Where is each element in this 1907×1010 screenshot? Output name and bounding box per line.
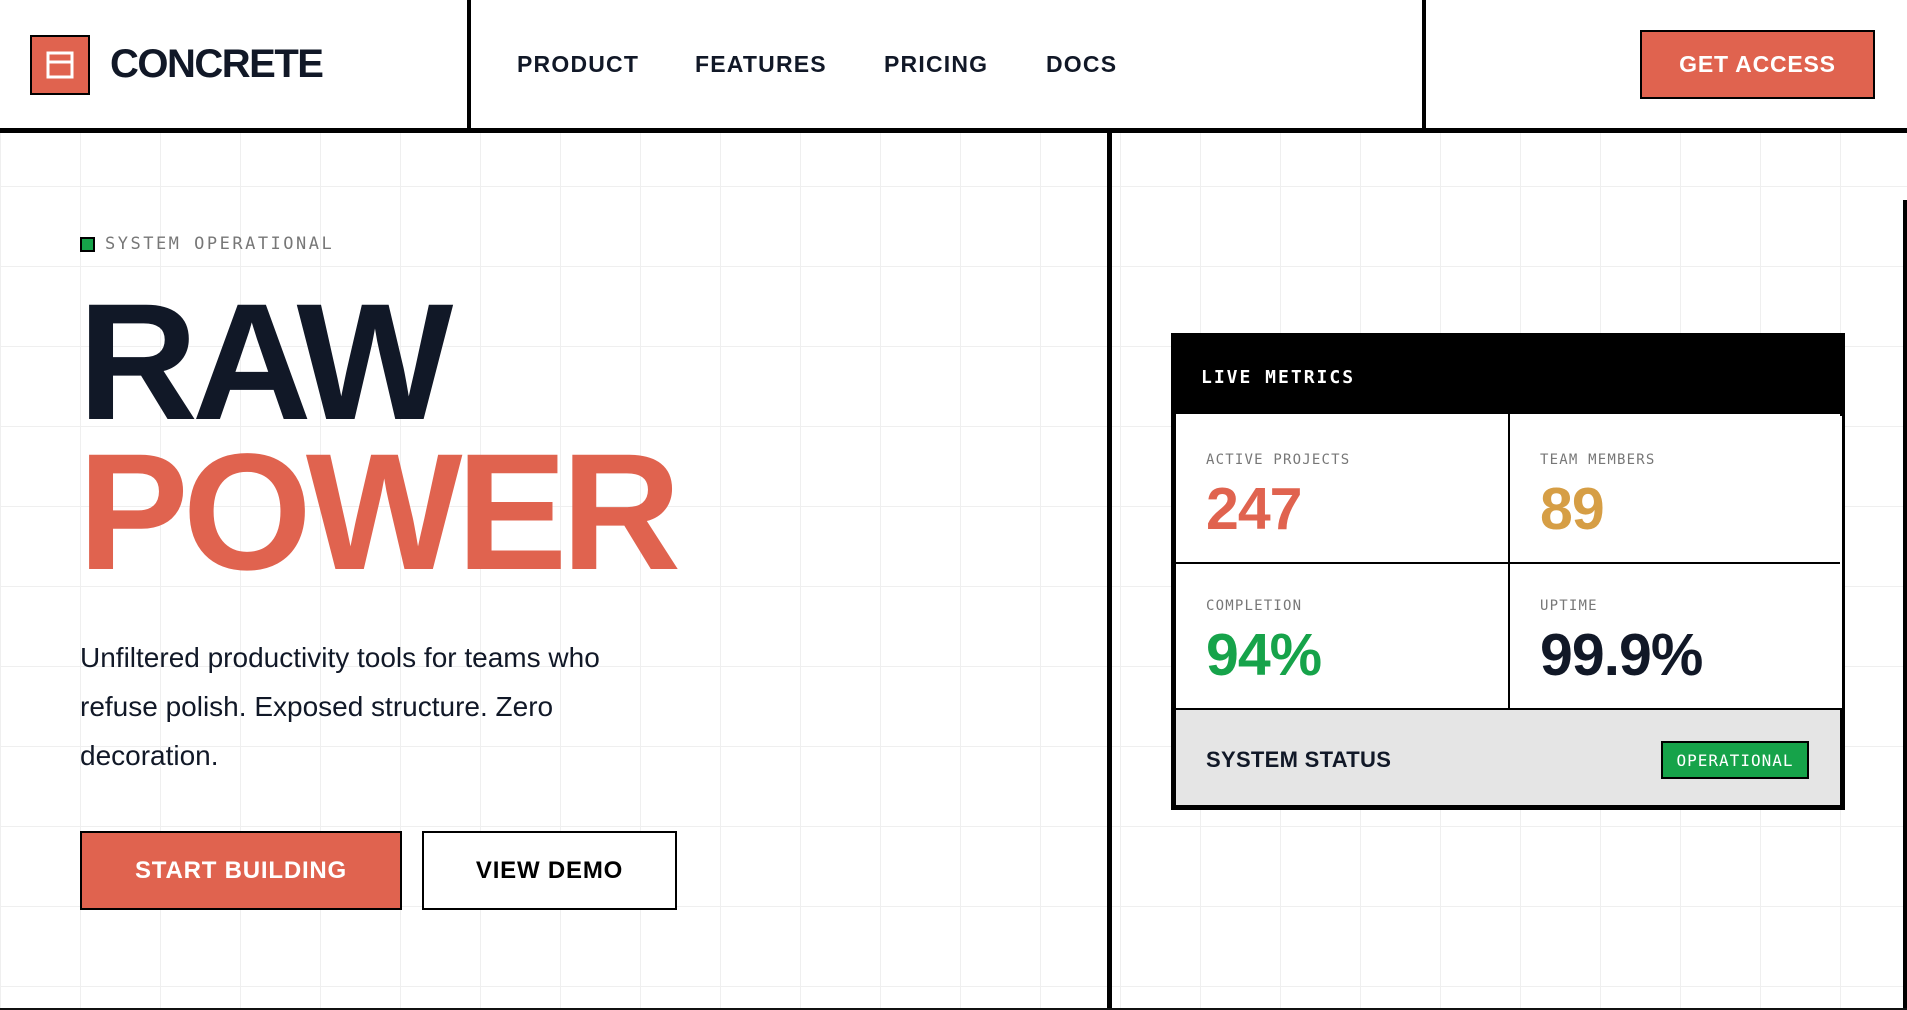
system-status-line: SYSTEM OPERATIONAL: [80, 234, 334, 254]
metric-label: UPTIME: [1540, 598, 1598, 614]
metric-label: COMPLETION: [1206, 598, 1303, 614]
status-indicator-icon: [80, 236, 95, 252]
right-border: [1903, 200, 1907, 1010]
grid-divider: [1176, 562, 1840, 564]
metric-active-projects: ACTIVE PROJECTS 247: [1176, 416, 1508, 562]
panel-title: LIVE METRICS: [1201, 367, 1356, 388]
brand-name: CONCRETE: [110, 42, 324, 86]
metric-label: TEAM MEMBERS: [1540, 452, 1656, 468]
view-demo-button[interactable]: VIEW DEMO: [422, 831, 677, 910]
metric-completion: COMPLETION 94%: [1176, 562, 1508, 708]
metric-value: 89: [1540, 476, 1605, 542]
brand[interactable]: CONCRETE: [0, 0, 471, 128]
hero-subtitle: Unfiltered productivity tools for teams …: [80, 642, 600, 771]
site-header: CONCRETE PRODUCT FEATURES PRICING DOCS G…: [0, 0, 1907, 133]
grid-divider: [1508, 414, 1510, 708]
start-building-button[interactable]: START BUILDING: [80, 831, 402, 910]
section-divider: [1107, 133, 1112, 1010]
metric-value: 99.9%: [1540, 622, 1703, 688]
nav-item-features[interactable]: FEATURES: [695, 50, 827, 78]
metric-label: ACTIVE PROJECTS: [1206, 452, 1351, 468]
metric-value: 94%: [1206, 622, 1322, 688]
system-status-label: SYSTEM STATUS: [1206, 747, 1392, 772]
status-badge: OPERATIONAL: [1661, 741, 1809, 779]
hero-title-line2: POWER: [78, 420, 681, 605]
status-text: SYSTEM OPERATIONAL: [105, 234, 335, 254]
hero-title-line1: RAW: [78, 270, 453, 455]
system-status-footer: SYSTEM STATUS OPERATIONAL: [1176, 710, 1840, 805]
window-icon: [30, 35, 90, 95]
metric-value: 247: [1206, 476, 1302, 542]
metric-uptime: UPTIME 99.9%: [1510, 562, 1842, 708]
get-access-button[interactable]: GET ACCESS: [1640, 30, 1875, 99]
live-metrics-panel: LIVE METRICS ACTIVE PROJECTS 247 TEAM ME…: [1171, 333, 1845, 810]
main-nav: PRODUCT FEATURES PRICING DOCS: [475, 0, 1426, 128]
panel-header: LIVE METRICS: [1176, 338, 1840, 414]
nav-item-docs[interactable]: DOCS: [1046, 50, 1117, 78]
nav-item-pricing[interactable]: PRICING: [884, 50, 988, 78]
nav-item-product[interactable]: PRODUCT: [517, 50, 639, 78]
metric-team-members: TEAM MEMBERS 89: [1510, 416, 1842, 562]
